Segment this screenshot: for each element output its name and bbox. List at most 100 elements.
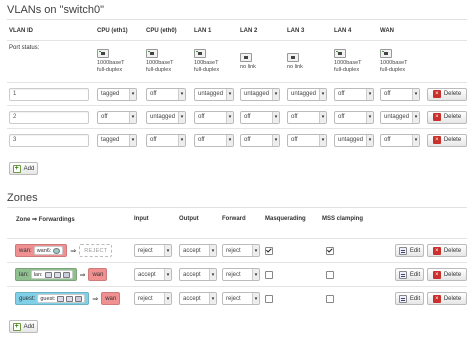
mss-clamping-checkbox[interactable] <box>326 246 334 255</box>
edit-zone-button[interactable]: Edit <box>395 244 424 257</box>
vlan-id-input[interactable]: 1 <box>9 87 89 101</box>
selected-value: off <box>338 114 345 120</box>
vlan-membership-select-lan4[interactable]: off ▾ <box>334 110 374 124</box>
vlan-membership-select-lan4[interactable]: off ▾ <box>334 87 374 101</box>
header-cpu-eth1: CPU (eth1) <box>97 28 128 34</box>
add-zone-button[interactable]: + Add <box>9 320 38 333</box>
zone-interfaces: lan: <box>30 270 73 279</box>
selected-value: untagged <box>198 91 224 97</box>
wireless-icon <box>62 271 70 278</box>
ethernet-port-up-icon <box>194 49 206 58</box>
vlan-membership-select-cpu-eth0[interactable]: off ▾ <box>146 87 186 101</box>
header-lan4: LAN 4 <box>334 28 352 34</box>
edit-label: Edit <box>409 271 421 278</box>
vlan-membership-select-lan4[interactable]: untagged ▾ <box>334 133 374 147</box>
vlan-membership-select-lan2[interactable]: untagged ▾ <box>240 87 280 101</box>
masquerading-checkbox[interactable] <box>265 294 273 303</box>
vlan-membership-select-cpu-eth1[interactable]: tagged ▾ <box>97 87 137 101</box>
zone-forward-policy-select[interactable]: reject ▾ <box>222 268 260 281</box>
zone-input-policy-select[interactable]: accept ▾ <box>134 268 172 281</box>
selected-value: off <box>338 91 345 97</box>
selected-value: off <box>291 137 298 143</box>
zone-output-policy-select[interactable]: accept ▾ <box>179 244 217 257</box>
zone-output-policy-select[interactable]: accept ▾ <box>179 292 217 305</box>
masquerading-checkbox[interactable] <box>265 246 273 255</box>
delete-zone-button[interactable]: × Delete <box>427 268 467 281</box>
chevron-down-icon: ▾ <box>209 269 216 280</box>
vlan-membership-select-cpu-eth0[interactable]: off ▾ <box>146 133 186 147</box>
vlan-membership-select-cpu-eth0[interactable]: untagged ▾ <box>146 110 186 124</box>
vlan-membership-select-lan2[interactable]: off ▾ <box>240 133 280 147</box>
delete-zone-button[interactable]: × Delete <box>427 244 467 257</box>
header-output: Output <box>179 216 199 222</box>
header-zone-forwardings: Zone ⇒ Forwardings <box>16 216 75 223</box>
zone-input-policy-select[interactable]: reject ▾ <box>134 292 172 305</box>
chevron-down-icon: ▾ <box>129 134 136 146</box>
chevron-down-icon: ▾ <box>178 88 185 100</box>
edit-zone-button[interactable]: Edit <box>395 292 424 305</box>
header-wan: WAN <box>380 28 394 34</box>
delete-label: Delete <box>443 271 462 278</box>
delete-vlan-button[interactable]: × Delete <box>427 87 467 101</box>
selected-value: accept <box>183 271 201 278</box>
vlan-membership-select-lan1[interactable]: off ▾ <box>194 110 234 124</box>
plus-icon: + <box>12 322 21 331</box>
interface-name: wan6: <box>36 247 52 254</box>
vlan-membership-select-wan[interactable]: untagged ▾ <box>380 110 420 124</box>
selected-value: reject <box>226 271 241 278</box>
edit-zone-button[interactable]: Edit <box>395 268 424 281</box>
vlan-membership-select-lan2[interactable]: off ▾ <box>240 110 280 124</box>
edit-icon <box>398 294 407 303</box>
mss-clamping-checkbox[interactable] <box>326 294 334 303</box>
vlan-membership-select-lan3[interactable]: off ▾ <box>287 133 327 147</box>
delete-label: Delete <box>443 114 462 120</box>
chevron-down-icon: ▾ <box>366 111 373 123</box>
header-lan1: LAN 1 <box>194 28 212 34</box>
vlan-membership-select-lan3[interactable]: untagged ▾ <box>287 87 327 101</box>
vlan-membership-select-cpu-eth1[interactable]: tagged ▾ <box>97 133 137 147</box>
chevron-down-icon: ▾ <box>129 88 136 100</box>
zone-input-policy-select[interactable]: reject ▾ <box>134 244 172 257</box>
vlan-membership-select-lan1[interactable]: untagged ▾ <box>194 87 234 101</box>
port-status-lan1: 100baseT full-duplex <box>194 41 219 82</box>
selected-value: off <box>244 137 251 143</box>
delete-label: Delete <box>443 137 462 143</box>
port-duplex: full-duplex <box>334 67 360 73</box>
zone-forward-policy-select[interactable]: reject ▾ <box>222 244 260 257</box>
vlan-membership-select-lan1[interactable]: off ▾ <box>194 133 234 147</box>
chevron-down-icon: ▾ <box>252 293 259 304</box>
delete-label: Delete <box>443 91 462 97</box>
vlan-id-input[interactable]: 3 <box>9 133 89 147</box>
delete-label: Delete <box>443 295 462 302</box>
plus-icon: + <box>12 164 21 173</box>
port-speed: 1000baseT <box>146 60 174 66</box>
edit-label: Edit <box>409 295 421 302</box>
vlan-membership-select-wan[interactable]: off ▾ <box>380 87 420 101</box>
port-duplex: full-duplex <box>380 67 406 73</box>
vlan-membership-select-cpu-eth1[interactable]: off ▾ <box>97 110 137 124</box>
vlan-membership-select-wan[interactable]: off ▾ <box>380 133 420 147</box>
chevron-down-icon: ▾ <box>272 88 279 100</box>
mss-clamping-checkbox[interactable] <box>326 270 334 279</box>
selected-value: tagged <box>101 91 120 97</box>
port-status-wan: 1000baseT full-duplex <box>380 41 408 82</box>
selected-value: reject <box>226 295 241 302</box>
vlan-id-input[interactable]: 2 <box>9 110 89 124</box>
header-vlan-id: VLAN ID <box>9 28 33 34</box>
masquerading-checkbox[interactable] <box>265 270 273 279</box>
zone-forward-policy-select[interactable]: reject ▾ <box>222 292 260 305</box>
port-speed: no link <box>240 63 256 70</box>
arrow-right-icon: ⇒ <box>79 271 86 279</box>
zone-name: guest: <box>19 295 36 302</box>
selected-value: off <box>198 114 205 120</box>
destination-zone-name: wan <box>105 295 117 302</box>
chevron-down-icon: ▾ <box>129 111 136 123</box>
add-vlan-button[interactable]: + Add <box>9 162 38 175</box>
vlan-membership-select-lan3[interactable]: off ▾ <box>287 110 327 124</box>
delete-vlan-button[interactable]: × Delete <box>427 133 467 147</box>
delete-vlan-button[interactable]: × Delete <box>427 110 467 124</box>
delete-zone-button[interactable]: × Delete <box>427 292 467 305</box>
chevron-down-icon: ▾ <box>178 134 185 146</box>
zone-output-policy-select[interactable]: accept ▾ <box>179 268 217 281</box>
zone-interfaces: wan6: <box>33 246 64 255</box>
